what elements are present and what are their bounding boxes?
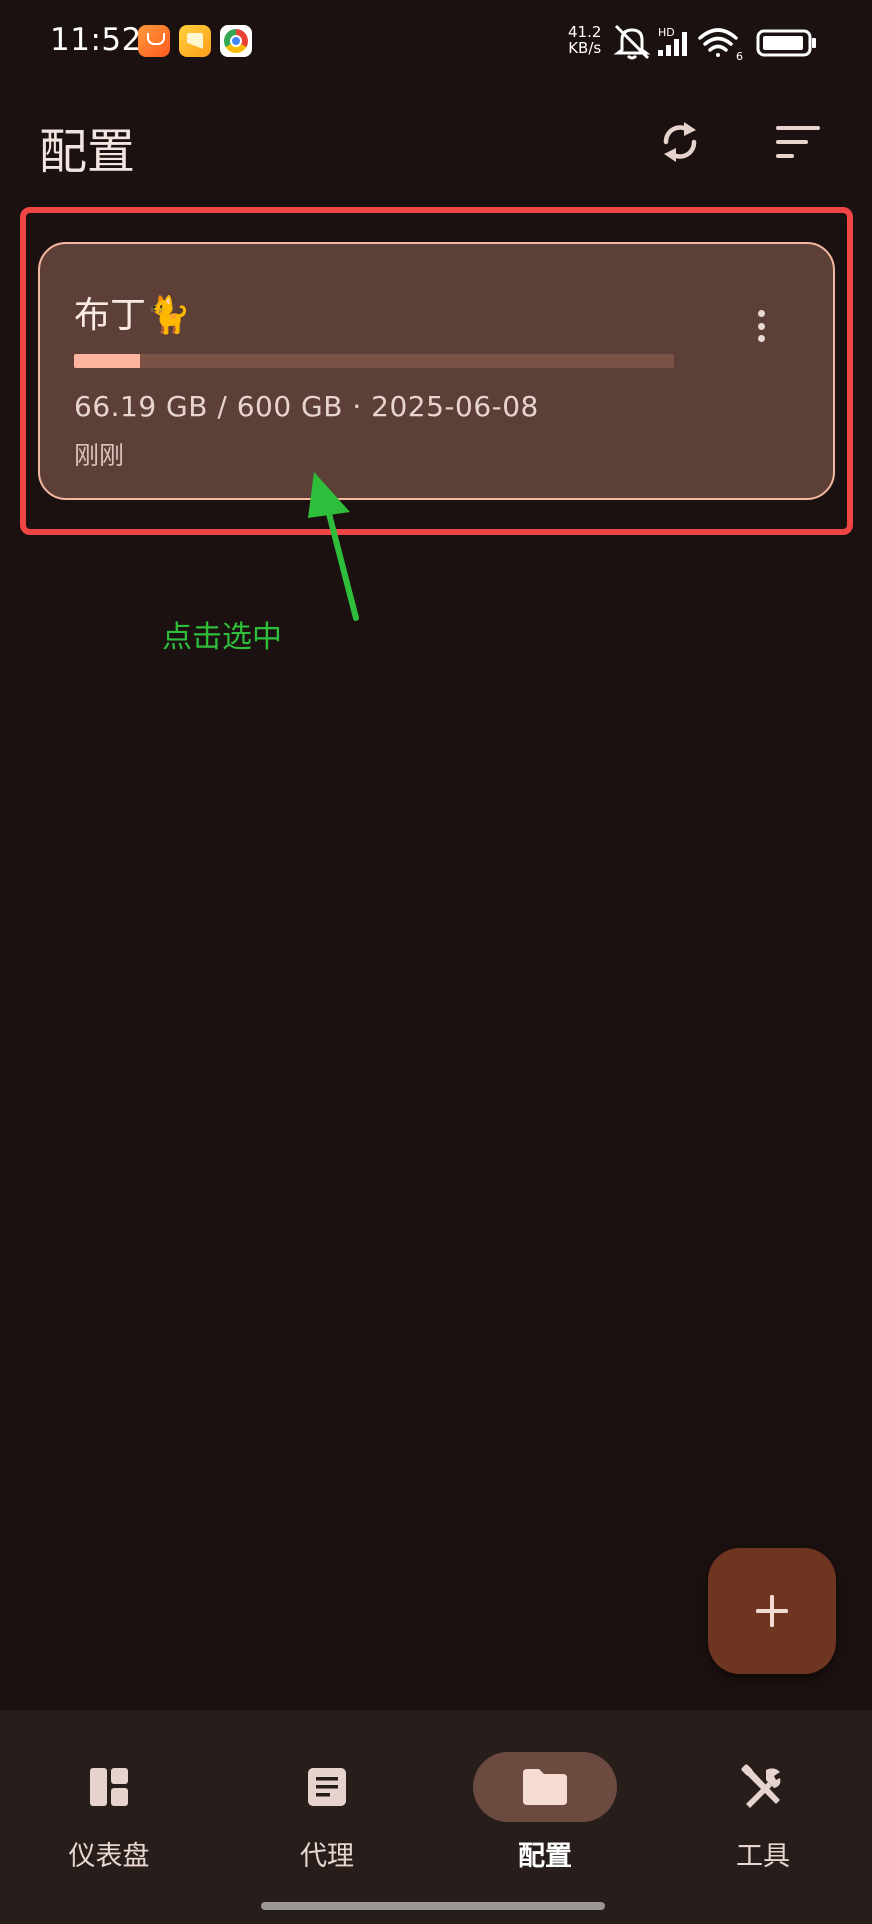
profile-card[interactable]: 布丁🐈 66.19 GB / 600 GB · 2025-06-08 刚刚 — [38, 242, 835, 500]
plus-icon — [756, 1595, 788, 1627]
nav-label-dashboard: 仪表盘 — [68, 1841, 150, 1872]
sort-button[interactable] — [766, 110, 830, 174]
dashboard-icon — [90, 1768, 128, 1806]
more-vertical-icon-dot — [757, 310, 765, 317]
status-time: 11:52 — [50, 22, 142, 58]
nav-label-profiles: 配置 — [518, 1841, 572, 1872]
usage-progress-bar — [74, 354, 674, 368]
nav-item-dashboard[interactable]: 仪表盘 — [24, 1744, 194, 1874]
more-vertical-icon-dot — [757, 322, 765, 330]
network-speed-value: 41.2 — [568, 23, 602, 41]
mute-bell-icon — [613, 24, 651, 60]
nav-icon-container — [691, 1752, 835, 1822]
nav-icon-container — [37, 1752, 181, 1822]
usage-progress-fill — [74, 354, 140, 368]
nav-icon-container-active — [473, 1752, 617, 1822]
page-title: 配置 — [39, 124, 136, 180]
folder-icon — [523, 1769, 567, 1805]
battery-icon — [756, 29, 816, 57]
wifi-icon — [698, 28, 738, 57]
nav-label-proxy: 代理 — [300, 1841, 354, 1872]
proxy-list-icon — [308, 1768, 346, 1806]
last-updated: 刚刚 — [74, 441, 125, 470]
network-speed: 41.2 KB/s — [568, 24, 601, 56]
home-indicator[interactable] — [261, 1902, 605, 1910]
profile-name: 布丁🐈 — [74, 295, 191, 336]
screen: 11:52 41.2 KB/s HD 6 配置 布丁🐈 66.19 GB / 6… — [0, 0, 872, 1924]
usage-and-expiry: 66.19 GB / 600 GB · 2025-06-08 — [74, 390, 539, 423]
annotation-arrow — [308, 472, 359, 621]
status-icons: HD 6 — [613, 24, 816, 62]
tools-icon — [741, 1764, 781, 1808]
network-speed-unit: KB/s — [568, 39, 602, 57]
wifi-generation-label: 6 — [736, 50, 743, 62]
shopping-app-icon — [138, 25, 170, 57]
nav-item-proxy[interactable]: 代理 — [242, 1744, 412, 1874]
network-type-label: HD — [658, 26, 675, 39]
more-vertical-icon-dot — [757, 335, 765, 342]
nav-item-tools[interactable]: 工具 — [678, 1744, 848, 1874]
chrome-app-icon — [220, 25, 252, 57]
nav-label-tools: 工具 — [736, 1841, 790, 1872]
bottom-navigation: 仪表盘 代理 配置 工具 — [0, 1710, 872, 1924]
annotation-text: 点击选中 — [162, 620, 282, 655]
refresh-button[interactable] — [648, 110, 712, 174]
nav-item-profiles[interactable]: 配置 — [460, 1744, 630, 1874]
add-profile-button[interactable] — [708, 1548, 836, 1674]
status-bar: 11:52 41.2 KB/s HD 6 — [0, 0, 872, 86]
gallery-app-icon — [179, 25, 211, 57]
nav-icon-container — [255, 1752, 399, 1822]
sort-icon — [776, 126, 820, 158]
more-options-button[interactable] — [746, 304, 776, 348]
refresh-icon — [663, 122, 697, 162]
